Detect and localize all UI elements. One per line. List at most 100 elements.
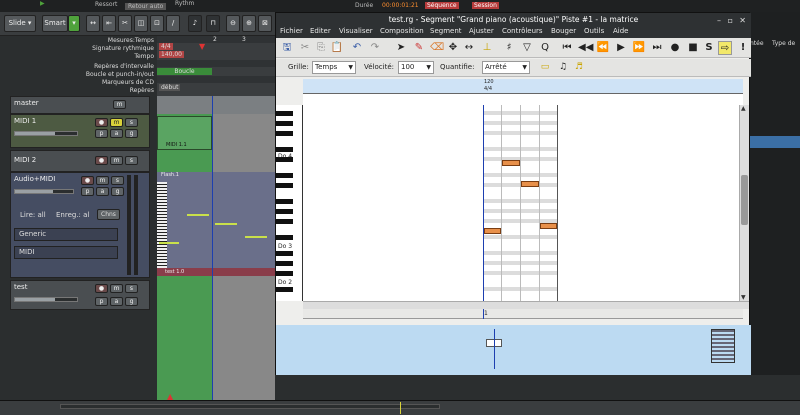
black-key[interactable] bbox=[276, 209, 293, 214]
loop-range[interactable]: Boucle bbox=[157, 68, 212, 75]
black-key[interactable] bbox=[276, 173, 293, 178]
chord-mode-icon[interactable]: ♬ bbox=[572, 60, 586, 74]
note-grid[interactable] bbox=[303, 105, 739, 301]
mute-button[interactable]: m bbox=[110, 284, 123, 293]
selected-row[interactable] bbox=[750, 136, 800, 148]
playlist-button[interactable]: p bbox=[95, 297, 108, 306]
move-icon[interactable]: ✥ bbox=[446, 41, 460, 55]
midi-note[interactable] bbox=[245, 236, 267, 238]
cut-tool-icon[interactable]: ✂ bbox=[118, 15, 132, 32]
black-key[interactable] bbox=[276, 131, 293, 136]
vertical-scrollbar[interactable]: ▲ ▼ bbox=[739, 105, 749, 301]
range-tool-icon[interactable]: ⇤ bbox=[102, 15, 116, 32]
track-midi-2[interactable]: MIDI 2 ● m s bbox=[10, 150, 150, 172]
menu-visualiser[interactable]: Visualiser bbox=[339, 27, 373, 35]
zoom-in-icon[interactable]: ⊕ bbox=[242, 15, 256, 32]
paste-icon[interactable]: 📋 bbox=[330, 41, 344, 55]
track-audio-midi[interactable]: Audio+MIDI ● m s p a g Lire: all Enreg.:… bbox=[10, 172, 150, 278]
filter-icon[interactable]: ▽ bbox=[520, 41, 534, 55]
stretch-tool-icon[interactable]: ◫ bbox=[134, 15, 148, 32]
quantize-select[interactable]: Arrêté ▼ bbox=[482, 61, 530, 74]
pencil-icon[interactable]: ✎ bbox=[412, 41, 426, 55]
midi-region[interactable]: MIDI 1.1 bbox=[157, 116, 212, 150]
playlist-button[interactable]: p bbox=[81, 187, 94, 196]
black-key[interactable] bbox=[276, 271, 293, 276]
range-ruler[interactable] bbox=[157, 60, 275, 67]
matrix-bottom-ruler[interactable]: 1 bbox=[303, 309, 743, 319]
solo-button[interactable]: s bbox=[111, 176, 124, 185]
menu-fichier[interactable]: Fichier bbox=[280, 27, 303, 35]
resize-icon[interactable]: ↔ bbox=[462, 41, 476, 55]
cd-ruler[interactable] bbox=[157, 76, 275, 83]
stop-icon[interactable]: ■ bbox=[686, 41, 700, 55]
black-key[interactable] bbox=[276, 199, 293, 204]
track-midi-1[interactable]: MIDI 1 ● m s p a g bbox=[10, 114, 150, 148]
black-key[interactable] bbox=[276, 251, 293, 256]
segment-panner[interactable] bbox=[276, 325, 751, 375]
black-key[interactable] bbox=[276, 183, 293, 188]
menu-composition[interactable]: Composition bbox=[380, 27, 424, 35]
retour-auto-button[interactable]: Retour auto bbox=[125, 3, 167, 10]
piano-keyboard[interactable]: Do 4 Do 3 Do 2 bbox=[276, 105, 303, 301]
copy-icon[interactable]: ⎘ bbox=[314, 41, 328, 55]
mute-button[interactable]: m bbox=[110, 118, 123, 127]
menu-bouger[interactable]: Bouger bbox=[551, 27, 576, 35]
group-button[interactable]: g bbox=[125, 297, 138, 306]
zoom-out-icon[interactable]: ⊖ bbox=[226, 15, 240, 32]
playhead-marker-icon[interactable]: ▼ bbox=[199, 42, 205, 51]
grid-select[interactable]: Temps ▼ bbox=[312, 61, 356, 74]
select-arrow-icon[interactable]: ➤ bbox=[394, 41, 408, 55]
quantize-icon[interactable]: Q bbox=[538, 41, 552, 55]
bars-ruler[interactable]: 2 3 bbox=[157, 36, 275, 43]
rewind-icon[interactable]: ◀◀ bbox=[578, 41, 593, 55]
save-icon[interactable]: 🖫 bbox=[280, 41, 294, 55]
zoom-fit-icon[interactable]: ⊠ bbox=[258, 15, 272, 32]
midi-note[interactable] bbox=[502, 160, 520, 166]
plugin-select[interactable]: Generic bbox=[14, 228, 118, 241]
tempo-ruler[interactable]: 140,00 bbox=[157, 51, 275, 58]
solo-button[interactable]: s bbox=[125, 156, 138, 165]
play-icon[interactable]: ▶ bbox=[614, 41, 628, 55]
gain-fader[interactable] bbox=[14, 131, 78, 136]
start-marker[interactable]: début bbox=[159, 84, 181, 91]
midi-note[interactable] bbox=[159, 242, 179, 244]
scrollbar-thumb[interactable] bbox=[741, 175, 748, 225]
note-tool-icon[interactable]: ♪ bbox=[188, 15, 202, 32]
solo-button[interactable]: s bbox=[125, 118, 138, 127]
edit-mode-select[interactable]: Slide ▾ bbox=[4, 15, 36, 32]
loop-ruler[interactable]: Boucle bbox=[157, 68, 275, 75]
draw-tool-icon[interactable]: / bbox=[166, 15, 180, 32]
fast-rewind-icon[interactable]: ⏪ bbox=[596, 41, 610, 55]
menu-editer[interactable]: Editer bbox=[310, 27, 331, 35]
markers-ruler[interactable]: début bbox=[157, 84, 275, 91]
record-arm-button[interactable]: ● bbox=[95, 156, 108, 165]
track-test[interactable]: test ● m s p a g bbox=[10, 280, 150, 310]
solo-button[interactable]: s bbox=[125, 284, 138, 293]
smart-mode-button[interactable]: Smart bbox=[42, 15, 68, 32]
group-button[interactable]: g bbox=[125, 129, 138, 138]
cut-icon[interactable]: ✂ bbox=[298, 41, 312, 55]
gain-fader[interactable] bbox=[14, 297, 78, 302]
time-signature-marker[interactable]: 4/4 bbox=[159, 43, 173, 50]
record-arm-button[interactable]: ● bbox=[81, 176, 94, 185]
scroll-icon[interactable]: ⇨ bbox=[718, 41, 732, 55]
summary-scrollbar[interactable] bbox=[60, 404, 440, 409]
grab-tool-icon[interactable]: ↔ bbox=[86, 15, 100, 32]
window-titlebar[interactable]: test.rg - Segment "Grand piano (acoustiq… bbox=[276, 13, 751, 26]
color-mode-icon[interactable]: ▭ bbox=[538, 60, 552, 74]
output-select[interactable]: MIDI bbox=[14, 246, 118, 259]
velocity-icon[interactable]: ⊥ bbox=[480, 41, 494, 55]
black-key[interactable] bbox=[276, 219, 293, 224]
timesig-ruler[interactable]: 4/4 ▼ bbox=[157, 42, 275, 51]
automation-button[interactable]: a bbox=[96, 187, 109, 196]
mute-button[interactable]: m bbox=[113, 100, 126, 109]
ruler-area[interactable]: 2 3 4/4 ▼ 140,00 Boucle début bbox=[157, 36, 275, 96]
velocity-select[interactable]: 100 ▼ bbox=[398, 61, 434, 74]
zoom-wheel-icon[interactable] bbox=[711, 329, 735, 363]
rewind-start-icon[interactable]: ⏮ bbox=[560, 41, 574, 55]
record-arm-button[interactable]: ● bbox=[95, 118, 108, 127]
automation-button[interactable]: a bbox=[110, 297, 123, 306]
black-key[interactable] bbox=[276, 121, 293, 126]
menu-controleurs[interactable]: Contrôleurs bbox=[502, 27, 543, 35]
midi-note[interactable] bbox=[215, 223, 237, 225]
